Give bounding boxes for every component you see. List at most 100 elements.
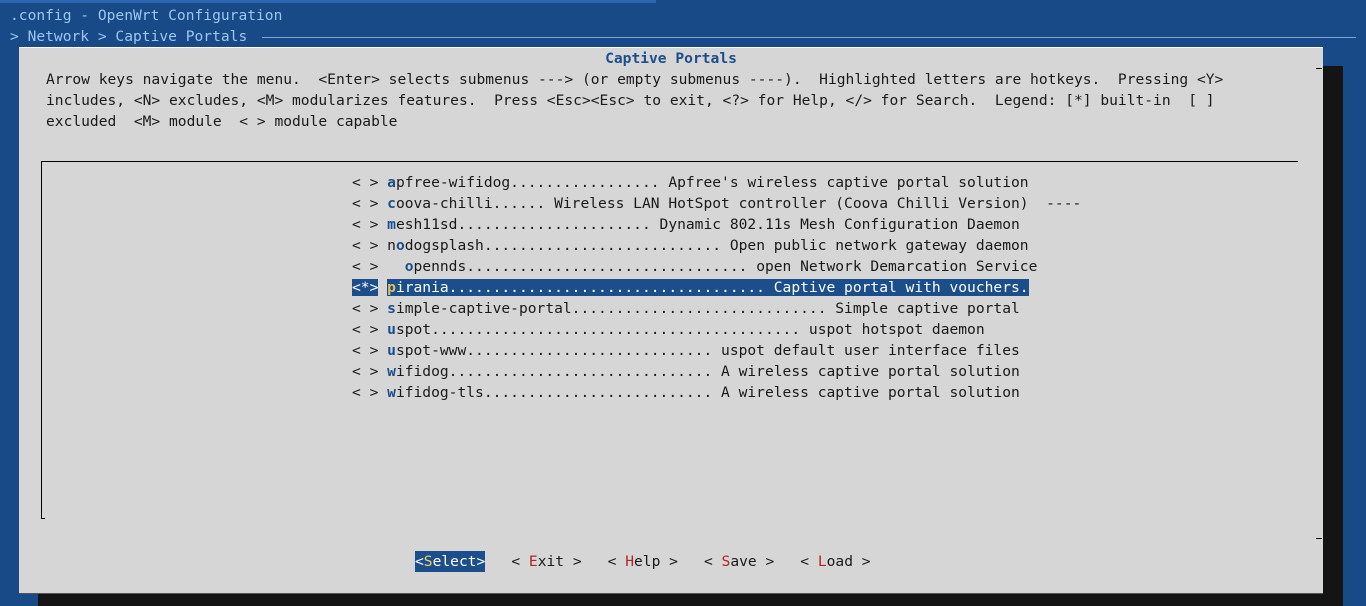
- menu-item[interactable]: < > uspot...............................…: [352, 319, 1081, 340]
- menu-item-hotkey: o: [395, 237, 405, 254]
- menu-item-text: pfree-wifidog................. Apfree's …: [395, 174, 1029, 191]
- button-bracket: <: [607, 553, 626, 570]
- dialog-bottom-border: [19, 593, 1323, 594]
- menu-item-hotkey: w: [387, 384, 396, 401]
- menu-item[interactable]: <*> pirania.............................…: [352, 277, 1081, 298]
- module-state-toggle: < >: [352, 216, 379, 233]
- menu-item-label: coova-chilli...... Wireless LAN HotSpot …: [387, 195, 1081, 212]
- button-label: xit: [537, 553, 565, 570]
- menu-item[interactable]: < > opennds.............................…: [352, 256, 1081, 277]
- menu-item-label: uspot...................................…: [387, 321, 984, 338]
- module-state-toggle: < >: [352, 321, 379, 338]
- menu-item-label: simple-captive-portal...................…: [387, 300, 1020, 317]
- button-bracket: >: [853, 553, 871, 570]
- menu-item[interactable]: < > wifidog-tls.........................…: [352, 382, 1081, 403]
- button-bracket: >: [756, 553, 775, 570]
- button-hotkey: S: [721, 553, 731, 570]
- breadcrumb-rule: [262, 37, 1356, 38]
- menu-item-hotkey: c: [387, 195, 396, 212]
- dialog-shadow-right: [1323, 66, 1343, 594]
- button-label: elect: [432, 553, 477, 570]
- menu-item-label: uspot-www............................ us…: [387, 342, 1020, 359]
- menu-item-text: n: [387, 237, 396, 254]
- menu-item-text: ifidog.............................. A w…: [395, 363, 1020, 380]
- menu-item-label: pirania.................................…: [387, 279, 1029, 296]
- module-state-toggle: < >: [352, 258, 379, 275]
- menu-box-top-border: [41, 161, 1298, 162]
- module-state-toggle: < >: [352, 363, 379, 380]
- select-button[interactable]: <Select>: [415, 551, 486, 572]
- dialog-corner-mark: [1316, 538, 1322, 539]
- menu-item-hotkey: p: [387, 279, 396, 296]
- menu-item[interactable]: < > mesh11sd...................... Dynam…: [352, 214, 1081, 235]
- module-state-toggle: < >: [352, 237, 379, 254]
- button-label: ave: [730, 553, 757, 570]
- menu-item-label: apfree-wifidog................. Apfree's…: [387, 174, 1028, 191]
- help-text: Arrow keys navigate the menu. <Enter> se…: [46, 69, 1296, 132]
- help-line: excluded <M> module < > module capable: [46, 113, 398, 130]
- menu-item-hotkey: o: [404, 258, 414, 275]
- button-bracket: >: [660, 553, 678, 570]
- button-label: elp: [634, 553, 661, 570]
- menu-item-text: pennds................................ o…: [413, 258, 1038, 275]
- top-accent-line: [0, 0, 656, 3]
- menu-item-label: wifidog.............................. A …: [387, 363, 1020, 380]
- menu-item-text: ifidog-tls.......................... A w…: [395, 384, 1020, 401]
- menu-box-left-border: [41, 161, 42, 519]
- button-bracket: <: [800, 553, 818, 570]
- button-hotkey: L: [817, 553, 827, 570]
- help-line: includes, <N> excludes, <M> modularizes …: [46, 92, 1215, 109]
- menuconfig-dialog: Captive Portals Arrow keys navigate the …: [19, 47, 1323, 594]
- menu-item-hotkey: s: [387, 300, 396, 317]
- menu-item-hotkey: u: [387, 321, 396, 338]
- menu-item[interactable]: < > simple-captive-portal...............…: [352, 298, 1081, 319]
- button-bracket: <: [415, 553, 424, 570]
- menu-item-label: opennds................................ …: [387, 258, 1038, 275]
- menu-item-text: dogsplash........................... Ope…: [404, 237, 1029, 254]
- menu-item[interactable]: < > uspot-www...........................…: [352, 340, 1081, 361]
- menu-item-text: esh11sd...................... Dynamic 80…: [395, 216, 1020, 233]
- menu-item[interactable]: < > nodogsplash.........................…: [352, 235, 1081, 256]
- button-hotkey: S: [423, 553, 433, 570]
- menu-item-hotkey: a: [387, 174, 396, 191]
- menu-item-hotkey: m: [387, 216, 396, 233]
- dialog-shadow-bottom: [38, 594, 1343, 606]
- menu-item[interactable]: < > coova-chilli...... Wireless LAN HotS…: [352, 193, 1081, 214]
- save-button[interactable]: < Save >: [704, 551, 774, 572]
- dialog-top-border: [19, 47, 1323, 48]
- window-title: .config - OpenWrt Configuration: [10, 7, 283, 24]
- menu-item[interactable]: < > apfree-wifidog................. Apfr…: [352, 172, 1081, 193]
- menu-item-text: spot-www............................ usp…: [395, 342, 1020, 359]
- module-state-toggle: < >: [352, 384, 379, 401]
- menu-item-text: imple-captive-portal....................…: [395, 300, 1020, 317]
- module-state-toggle: < >: [352, 300, 379, 317]
- load-button[interactable]: < Load >: [800, 551, 870, 572]
- menu-item[interactable]: < > wifidog.............................…: [352, 361, 1081, 382]
- button-bracket: >: [476, 553, 486, 570]
- menu-item-hotkey: u: [387, 342, 396, 359]
- module-state-toggle: < >: [352, 195, 379, 212]
- button-bracket: <: [703, 553, 722, 570]
- button-hotkey: H: [625, 553, 635, 570]
- menu-box: < > apfree-wifidog................. Apfr…: [41, 161, 1298, 519]
- menu-box-corner: [41, 518, 45, 519]
- menu-item-label: mesh11sd...................... Dynamic 8…: [387, 216, 1020, 233]
- help-button[interactable]: < Help >: [608, 551, 678, 572]
- menu-item-text: irania..................................…: [395, 279, 1029, 296]
- menu-item-hotkey: w: [387, 363, 396, 380]
- button-bracket: >: [564, 553, 582, 570]
- dialog-title: Captive Portals: [605, 50, 737, 67]
- button-label: oad: [826, 553, 853, 570]
- button-row: <Select> < Exit > < Help > < Save > < Load >: [415, 551, 897, 572]
- menu-item-label: nodogsplash........................... O…: [387, 237, 1028, 254]
- breadcrumb: > Network > Captive Portals: [10, 28, 248, 45]
- module-state-toggle: < >: [352, 342, 379, 359]
- exit-button[interactable]: < Exit >: [511, 551, 581, 572]
- button-bracket: <: [511, 553, 529, 570]
- menu-item-label: wifidog-tls.......................... A …: [387, 384, 1020, 401]
- module-state-toggle: < >: [352, 174, 379, 191]
- module-state-toggle: <*>: [352, 279, 379, 296]
- button-hotkey: E: [528, 553, 538, 570]
- menu-item-text: oova-chilli...... Wireless LAN HotSpot c…: [395, 195, 1082, 212]
- menu-list: < > apfree-wifidog................. Apfr…: [352, 172, 1081, 403]
